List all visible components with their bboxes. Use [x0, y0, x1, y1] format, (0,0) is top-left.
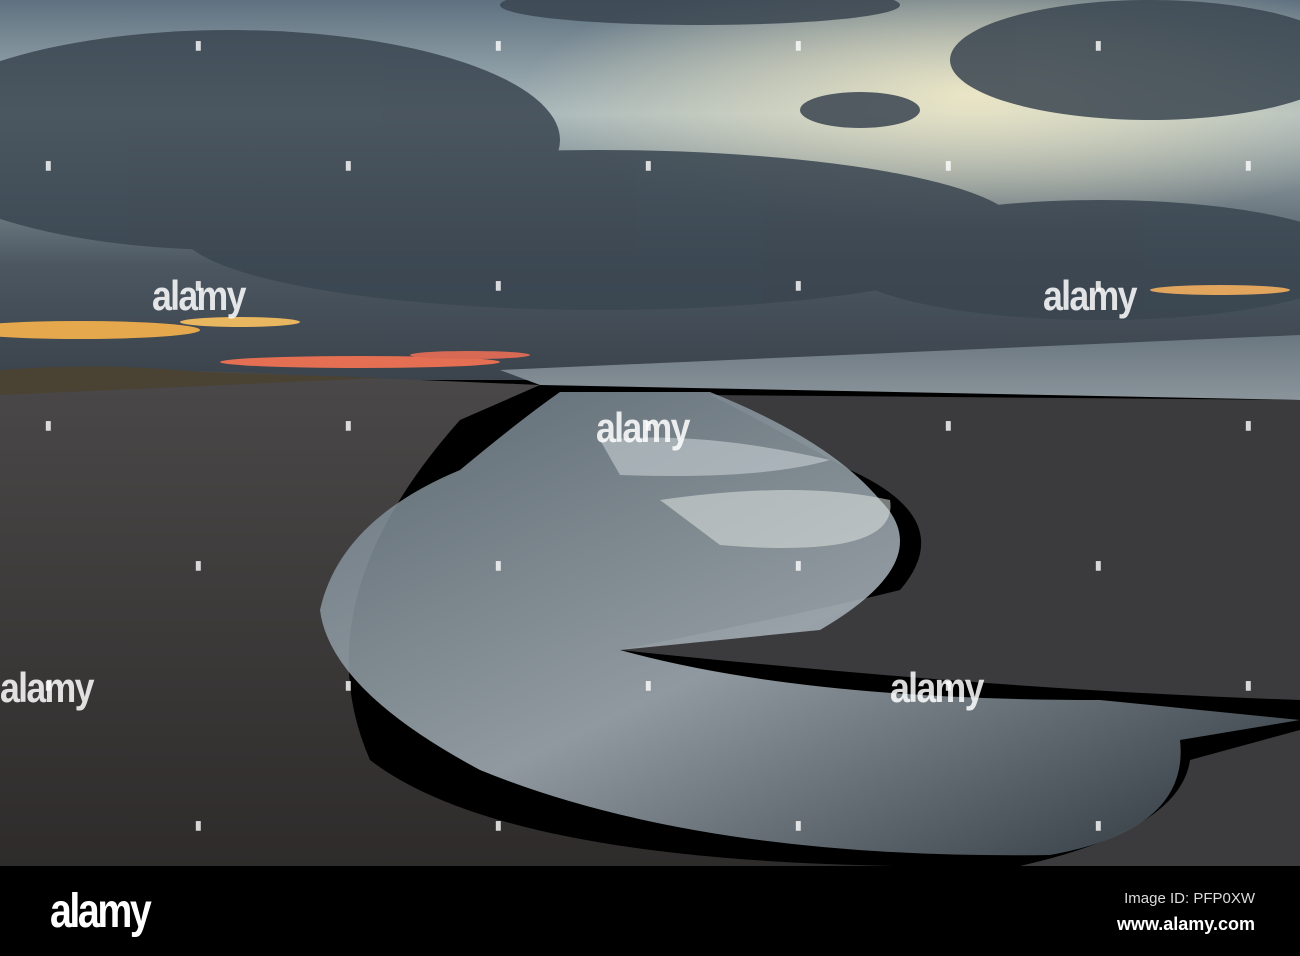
- watermark-mark: ▮: [1095, 558, 1102, 572]
- watermark-mark: ▮: [495, 558, 502, 572]
- watermark-mark: ▮: [1245, 678, 1252, 692]
- watermark-text: alamy: [596, 404, 690, 451]
- beach-photo: alamy alamy alamy alamy alamy ▮ ▮ ▮ ▮ ▮ ▮ ▮ ▮ ▮ ▮…: [0, 0, 1300, 866]
- watermark-mark: ▮: [195, 38, 202, 52]
- alamy-logo: alamy: [50, 885, 152, 938]
- watermark-text: alamy: [890, 664, 984, 711]
- watermark-mark: ▮: [195, 278, 202, 292]
- watermark-mark: ▮: [45, 678, 52, 692]
- watermark-mark: ▮: [945, 678, 952, 692]
- watermark-mark: ▮: [795, 558, 802, 572]
- watermark-mark: ▮: [345, 158, 352, 172]
- watermark-mark: ▮: [1245, 418, 1252, 432]
- watermark-mark: ▮: [945, 418, 952, 432]
- watermark-mark: ▮: [45, 158, 52, 172]
- watermark-mark: ▮: [195, 558, 202, 572]
- watermark-mark: ▮: [795, 278, 802, 292]
- watermark-mark: ▮: [1095, 278, 1102, 292]
- watermark-mark: ▮: [1095, 818, 1102, 832]
- watermark-text: alamy: [1043, 272, 1137, 319]
- watermark-mark: ▮: [495, 818, 502, 832]
- watermark-mark: ▮: [195, 818, 202, 832]
- watermark-mark: ▮: [45, 418, 52, 432]
- watermark-mark: ▮: [495, 278, 502, 292]
- watermark-mark: ▮: [795, 38, 802, 52]
- watermark-mark: ▮: [345, 418, 352, 432]
- image-id: Image ID: PFP0XW: [1124, 890, 1255, 907]
- watermark-mark: ▮: [795, 818, 802, 832]
- watermark-mark: ▮: [495, 38, 502, 52]
- watermark-mark: ▮: [645, 678, 652, 692]
- watermark-mark: ▮: [1095, 38, 1102, 52]
- watermark-mark: ▮: [945, 158, 952, 172]
- watermark-mark: ▮: [645, 158, 652, 172]
- watermark-mark: ▮: [1245, 158, 1252, 172]
- footer-bar: alamy Image ID: PFP0XW www.alamy.com: [0, 866, 1300, 956]
- website-link[interactable]: www.alamy.com: [1117, 914, 1255, 935]
- watermark-mark: ▮: [645, 418, 652, 432]
- watermark-mark: ▮: [345, 678, 352, 692]
